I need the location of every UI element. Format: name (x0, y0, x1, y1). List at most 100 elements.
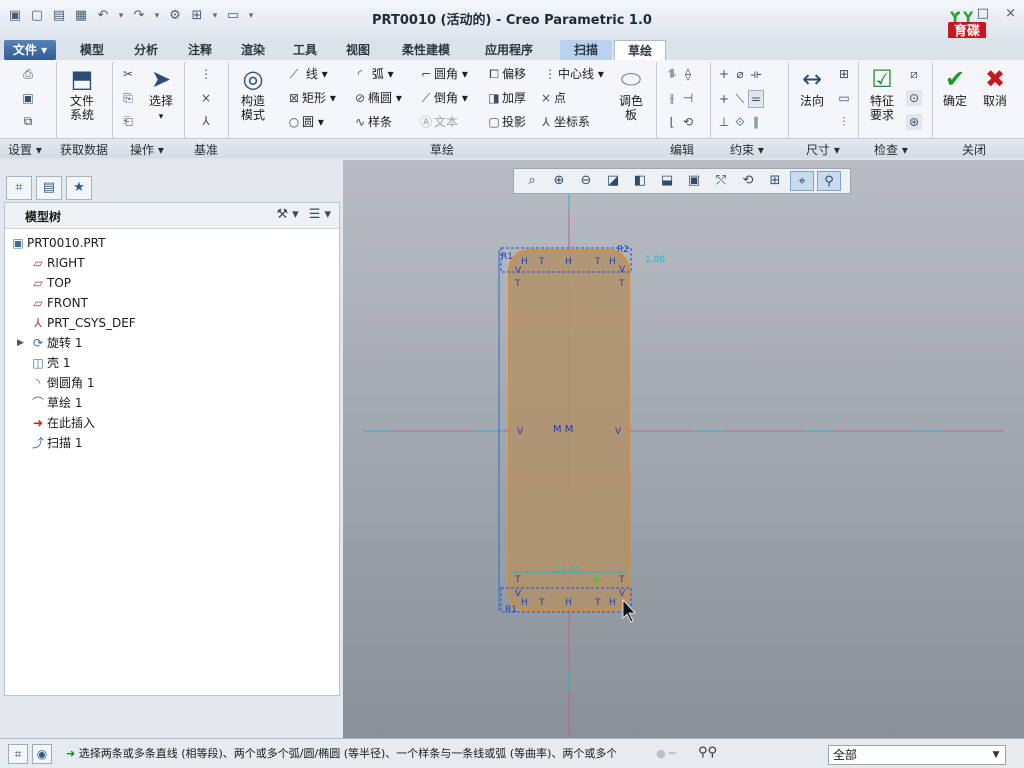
tab-applications[interactable]: 应用程序 (472, 40, 546, 60)
line-tool[interactable]: ⟋ 线 ▾ (286, 66, 328, 82)
show-browser-icon[interactable]: ◉ (32, 744, 52, 764)
tab-sweep[interactable]: 扫描 (560, 40, 612, 60)
find-icon[interactable]: ⚲⚲ (698, 745, 717, 760)
sketch-view-icon[interactable]: ▣ (20, 90, 36, 106)
datum-centerline-icon[interactable]: ⋮ (198, 66, 214, 82)
view-manager-icon[interactable]: ▣ (682, 171, 706, 191)
tree-node-right[interactable]: ▱ RIGHT (9, 253, 136, 273)
tree-node-front[interactable]: ▱ FRONT (9, 293, 136, 313)
rectangle-tool[interactable]: ⊠ 矩形 ▾ (286, 90, 336, 106)
tree-node-round[interactable]: ◝ 倒圆角 1 (9, 373, 136, 393)
restore-button[interactable]: □ (977, 6, 989, 21)
model-tree-tab[interactable]: ⌗ (6, 176, 32, 200)
group-constrain[interactable]: 约束 ▾ (730, 141, 764, 158)
modify-icon[interactable]: ⥮ ⟠ (664, 66, 696, 82)
tree-node-top[interactable]: ▱ TOP (9, 273, 136, 293)
tab-file[interactable]: 文件 ▾ (4, 40, 56, 60)
group-inspect[interactable]: 检查 ▾ (874, 141, 908, 158)
paste-icon[interactable]: ⎗ (120, 113, 136, 129)
chamfer-tool[interactable]: ⟋ 倒角 ▾ (418, 90, 468, 106)
ok-button[interactable]: ✔ 确定 (940, 64, 970, 108)
tab-view[interactable]: 视图 (332, 40, 384, 60)
point-tool[interactable]: × 点 (538, 90, 566, 106)
project-tool[interactable]: ▢ 投影 (486, 114, 526, 130)
reference-dim-icon[interactable]: ▭ (836, 90, 852, 106)
copy-icon[interactable]: ⎘ (120, 90, 136, 106)
folder-browser-tab[interactable]: ▤ (36, 176, 62, 200)
centerline-tool[interactable]: ⋮ 中心线 ▾ (542, 66, 604, 82)
constraint-perpendicular-icon[interactable]: ⊥ ⟐ ∥ (716, 114, 764, 130)
group-operations[interactable]: 操作 ▾ (130, 141, 164, 158)
tab-flexible-modeling[interactable]: 柔性建模 (390, 40, 462, 60)
cancel-button[interactable]: ✖ 取消 (980, 64, 1010, 108)
constraint-horizontal-icon[interactable]: + ⟍ = (716, 90, 764, 108)
saved-orientations-icon[interactable]: ⬓ (655, 171, 679, 191)
construct-mode-button[interactable]: ◎ 构造 模式 (234, 64, 272, 122)
constraint-vertical-icon[interactable]: + ⌀ ⟛ (716, 66, 764, 82)
show-navigator-icon[interactable]: ⌗ (8, 744, 28, 764)
arc-tool[interactable]: ◜ 弧 ▾ (352, 66, 394, 82)
expand-arrow-icon[interactable]: ▶ (17, 333, 24, 353)
divide-icon[interactable]: ⫲ ⊣ (664, 90, 696, 106)
datum-csys-icon[interactable]: ⅄ (198, 113, 214, 129)
tree-settings-icon[interactable]: ⚒ ▾ (276, 207, 298, 222)
shade-closed-loops-icon[interactable]: ⊛ (906, 114, 922, 130)
corner-icon[interactable]: ⌊ ⟲ (664, 114, 696, 130)
feature-requirements-button[interactable]: ☑ 特征 要求 (862, 64, 902, 122)
datum-point-icon[interactable]: × (198, 90, 214, 106)
tab-sketch[interactable]: 草绘 (614, 40, 666, 60)
thicken-tool[interactable]: ◨ 加厚 (486, 90, 526, 106)
graphics-window[interactable]: HTHTH VV TT VV TT VV HTHTH M M R1 R2 R1 … (343, 160, 1024, 738)
tree-node-csys[interactable]: ⅄ PRT_CSYS_DEF (9, 313, 135, 333)
repaint-icon[interactable]: ◪ (601, 171, 625, 191)
fillet-tool[interactable]: ⌐ 圆角 ▾ (418, 66, 468, 82)
sketch-setup-icon[interactable]: ⎙ (20, 66, 36, 82)
zoom-in-icon[interactable]: ⊕ (547, 171, 571, 191)
circle-tool[interactable]: ○ 圆 ▾ (286, 114, 324, 130)
selection-filter[interactable]: 全部 ▼ (828, 745, 1006, 765)
sketch-view-icon[interactable]: ⊞ (763, 171, 787, 191)
references-icon[interactable]: ⧉ (20, 113, 36, 129)
refit-icon[interactable]: ⌕ (520, 171, 544, 191)
file-system-button[interactable]: ⬒ 文件 系统 (64, 64, 100, 122)
palette-button[interactable]: ⬭ 调色 板 (612, 64, 650, 122)
ellipse-tool[interactable]: ⊘ 椭圆 ▾ (352, 90, 402, 106)
spin-center-icon[interactable]: ⟲ (736, 171, 760, 191)
tree-node-revolve[interactable]: ▶ ⟳ 旋转 1 (9, 333, 136, 353)
sketcher-display-icon[interactable]: ⌖ (790, 171, 814, 191)
text-tool[interactable]: Ⓐ 文本 (418, 114, 458, 130)
display-style-icon[interactable]: ◧ (628, 171, 652, 191)
constraint-display-icon[interactable]: ⚲ (817, 171, 841, 191)
overlap-geometry-icon[interactable]: ⧄ (906, 66, 922, 82)
tab-render[interactable]: 渲染 (227, 40, 279, 60)
tree-node-part[interactable]: ▣ PRT0010.PRT (9, 233, 136, 253)
sketch-canvas[interactable]: HTHTH VV TT VV TT VV HTHTH M M R1 R2 R1 … (343, 160, 1024, 738)
status-bar: ⌗ ◉ ➜ 选择两条或多条直线 (相等段)、两个或多个弧/圆/椭圆 (等半径)、… (0, 738, 1024, 768)
favorites-tab[interactable]: ★ (66, 176, 92, 200)
highlight-open-ends-icon[interactable]: ⊙ (906, 90, 922, 106)
group-setup[interactable]: 设置 ▾ (8, 141, 42, 158)
cut-icon[interactable]: ✂ (120, 66, 136, 82)
tab-tools[interactable]: 工具 (279, 40, 331, 60)
tab-model[interactable]: 模型 (66, 40, 118, 60)
normal-dimension-button[interactable]: ↔ 法向 (794, 64, 830, 108)
svg-text:H: H (521, 257, 528, 267)
tree-node-sketch[interactable]: ⌒ 草绘 1 (9, 393, 136, 413)
group-dimension[interactable]: 尺寸 ▾ (806, 141, 840, 158)
csys-tool[interactable]: ⅄ 坐标系 (538, 114, 590, 130)
baseline-icon[interactable]: ⫶ (836, 114, 852, 130)
close-button[interactable]: × (1005, 6, 1016, 21)
tab-analysis[interactable]: 分析 (120, 40, 172, 60)
tree-node-insert-here[interactable]: ➜ 在此插入 (9, 413, 136, 433)
zoom-out-icon[interactable]: ⊖ (574, 171, 598, 191)
tree-node-shell[interactable]: ◫ 壳 1 (9, 353, 136, 373)
tree-show-icon[interactable]: ☰ ▾ (309, 207, 331, 222)
perimeter-icon[interactable]: ⊞ (836, 66, 852, 82)
datum-display-icon[interactable]: ⤲ (709, 171, 733, 191)
tree-node-sweep[interactable]: ⤴ 扫描 1 (9, 433, 136, 453)
offset-tool[interactable]: ⧠ 偏移 (486, 66, 526, 82)
tree-node-label: 旋转 1 (47, 336, 83, 350)
spline-tool[interactable]: ∿ 样条 (352, 114, 392, 130)
select-button[interactable]: ➤ 选择 ▾ (144, 64, 178, 124)
tab-annotate[interactable]: 注释 (174, 40, 226, 60)
